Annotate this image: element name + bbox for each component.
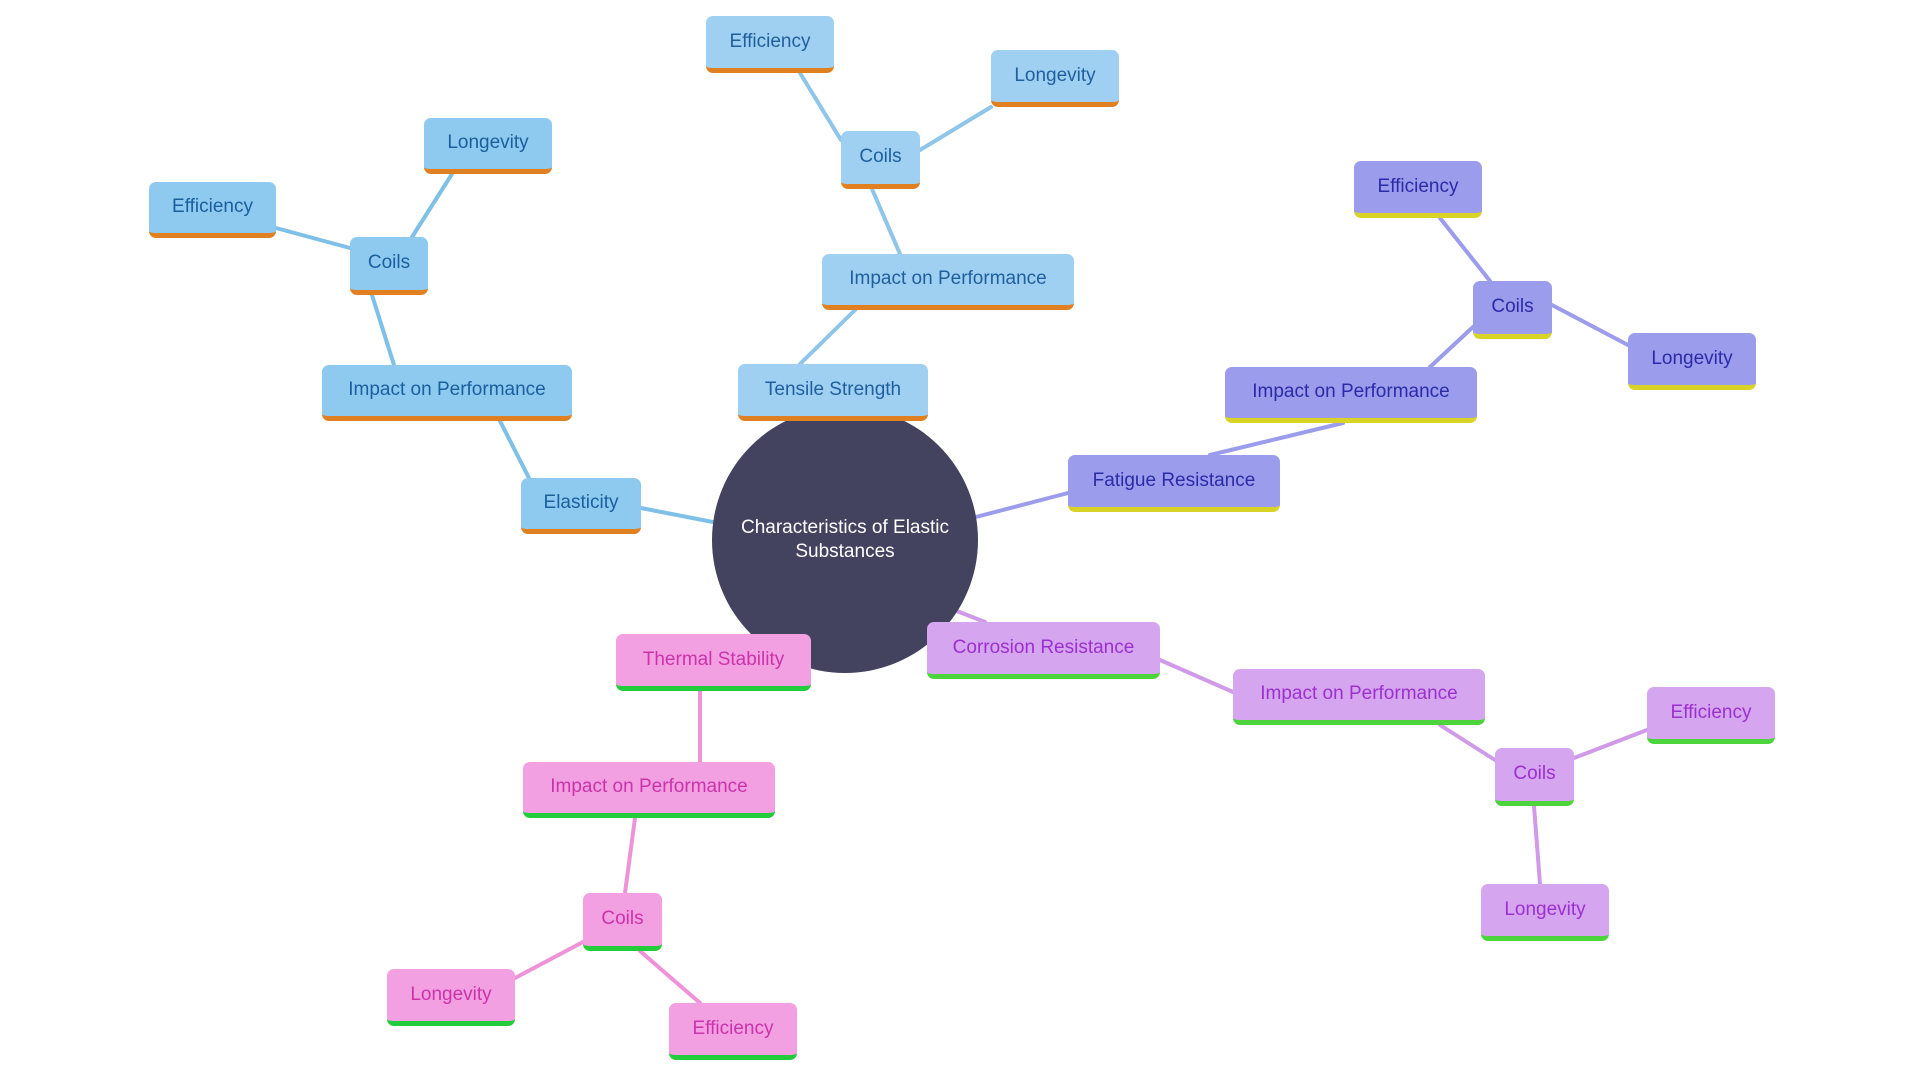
node-cr-longevity[interactable]: Longevity [1481,884,1609,941]
node-ts-impact[interactable]: Impact on Performance [822,254,1074,310]
node-fr-efficiency[interactable]: Efficiency [1354,161,1482,218]
node-label: Coils [859,146,902,168]
node-ts-efficiency[interactable]: Efficiency [706,16,834,73]
node-label: Longevity [1014,64,1096,86]
node-label: Coils [367,252,411,274]
node-el-efficiency[interactable]: Efficiency [149,182,276,238]
node-label: Longevity [1651,347,1733,369]
node-label: Impact on Performance [550,776,748,798]
node-cr-impact[interactable]: Impact on Performance [1233,669,1485,725]
node-label: Thermal Stability [642,648,785,670]
node-el-impact[interactable]: Impact on Performance [322,365,572,421]
node-label: Longevity [447,132,529,154]
node-label: Fatigue Resistance [1092,469,1256,491]
node-fr-coils[interactable]: Coils [1473,281,1552,339]
node-label: Elasticity [543,492,619,514]
node-label: Coils [1513,763,1556,785]
node-label: Longevity [1504,898,1586,920]
node-label: Coils [1491,296,1534,318]
node-th-impact[interactable]: Impact on Performance [523,762,775,818]
node-th-coils[interactable]: Coils [583,893,662,951]
node-layer: Characteristics of Elastic Substances Ela… [0,0,1920,1080]
node-corrosion[interactable]: Corrosion Resistance [927,622,1160,679]
node-thermal[interactable]: Thermal Stability [616,634,811,691]
node-label: Efficiency [172,196,253,218]
node-label: Tensile Strength [764,378,902,400]
node-elasticity[interactable]: Elasticity [521,478,641,534]
node-label: Longevity [410,983,492,1005]
mindmap-canvas: Characteristics of Elastic Substances Ela… [0,0,1920,1080]
node-fr-impact[interactable]: Impact on Performance [1225,367,1477,423]
node-label: Efficiency [692,1017,774,1039]
node-cr-efficiency[interactable]: Efficiency [1647,687,1775,744]
node-cr-coils[interactable]: Coils [1495,748,1574,806]
node-th-efficiency[interactable]: Efficiency [669,1003,797,1060]
node-label: Efficiency [729,30,811,52]
node-label: Impact on Performance [849,268,1047,290]
node-el-coils[interactable]: Coils [350,237,428,295]
node-tensile[interactable]: Tensile Strength [738,364,928,421]
node-el-longevity[interactable]: Longevity [424,118,552,174]
node-th-longevity[interactable]: Longevity [387,969,515,1026]
node-ts-longevity[interactable]: Longevity [991,50,1119,107]
node-fatigue[interactable]: Fatigue Resistance [1068,455,1280,512]
node-label: Efficiency [1670,701,1752,723]
node-ts-coils[interactable]: Coils [841,131,920,189]
node-label: Corrosion Resistance [952,636,1135,658]
node-label: Impact on Performance [1252,381,1450,403]
node-label: Coils [601,908,644,930]
node-label: Impact on Performance [1260,683,1458,705]
node-label: Impact on Performance [348,379,546,401]
central-node-label: Characteristics of Elastic Substances [740,517,949,562]
node-fr-longevity[interactable]: Longevity [1628,333,1756,390]
node-label: Efficiency [1377,175,1459,197]
